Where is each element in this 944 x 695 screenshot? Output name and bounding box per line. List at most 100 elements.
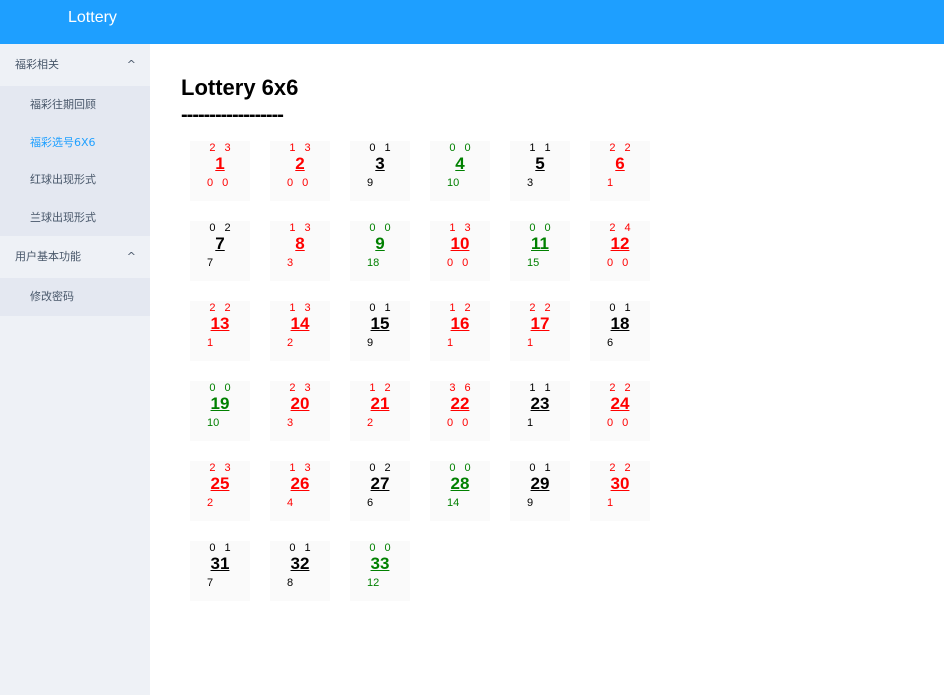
number-cell: 0 0 4 10 [430, 141, 490, 201]
cell-bottom-stats: 0 0 [447, 417, 469, 429]
cell-bottom-stats: 2 [207, 497, 214, 509]
number-cell: 1 2 16 1 [430, 301, 490, 361]
number-link[interactable]: 6 [590, 153, 650, 175]
number-cell: 2 261 [590, 141, 650, 201]
number-link[interactable]: 16 [430, 313, 490, 335]
number-cell: 2 2 30 1 [590, 461, 650, 521]
number-cell: 0 2 27 6 [350, 461, 410, 521]
cell-bottom-stats: 10 [447, 177, 460, 189]
number-cell: 2 310 0 [190, 141, 250, 201]
number-link[interactable]: 3 [350, 153, 410, 175]
number-link[interactable]: 28 [430, 473, 490, 495]
number-cell: 2 2 13 1 [190, 301, 250, 361]
number-cell: 0 1 18 6 [590, 301, 650, 361]
number-link[interactable]: 24 [590, 393, 650, 415]
number-cell: 1 3 26 4 [270, 461, 330, 521]
cell-bottom-stats: 6 [367, 497, 374, 509]
cell-bottom-stats: 3 [527, 177, 534, 189]
number-cell: 2 3 25 2 [190, 461, 250, 521]
number-link[interactable]: 18 [590, 313, 650, 335]
number-cell: 2 4 12 0 0 [590, 221, 650, 281]
menu-item-pick-6x6[interactable]: 福彩选号6X6 [0, 124, 150, 162]
menu-group-label: 福彩相关 [15, 58, 59, 71]
page-title: Lottery 6x6 [181, 75, 299, 100]
menu-item-blue-ball-pattern[interactable]: 兰球出现形式 [0, 199, 150, 237]
number-link[interactable]: 1 [190, 153, 250, 175]
number-link[interactable]: 23 [510, 393, 570, 415]
cell-bottom-stats: 1 [527, 417, 534, 429]
number-cell: 0 277 [190, 221, 250, 281]
number-link[interactable]: 32 [270, 553, 330, 575]
number-link[interactable]: 30 [590, 473, 650, 495]
number-link[interactable]: 22 [430, 393, 490, 415]
cell-bottom-stats: 2 [367, 417, 374, 429]
number-cell: 1 383 [270, 221, 330, 281]
main-content: Lottery 6x6 ------------------ 2 310 01 … [150, 44, 944, 695]
cell-bottom-stats: 0 0 [287, 177, 309, 189]
number-link[interactable]: 31 [190, 553, 250, 575]
submenu-lottery: 福彩往期回顾 福彩选号6X6 红球出现形式 兰球出现形式 [0, 86, 150, 236]
number-link[interactable]: 21 [350, 393, 410, 415]
number-link[interactable]: 17 [510, 313, 570, 335]
menu-item-red-ball-pattern[interactable]: 红球出现形式 [0, 161, 150, 199]
number-link[interactable]: 14 [270, 313, 330, 335]
number-link[interactable]: 11 [510, 233, 570, 255]
number-link[interactable]: 25 [190, 473, 250, 495]
cell-bottom-stats: 3 [287, 417, 294, 429]
number-link[interactable]: 29 [510, 473, 570, 495]
cell-bottom-stats: 1 [607, 497, 614, 509]
number-grid: 2 310 01 320 00 1390 0 4 10 1 1532 2610 277… [190, 141, 650, 601]
number-link[interactable]: 33 [350, 553, 410, 575]
cell-bottom-stats: 0 0 [447, 257, 469, 269]
cell-bottom-stats: 0 0 [607, 417, 629, 429]
menu-group-label: 用户基本功能 [15, 250, 81, 263]
number-link[interactable]: 10 [430, 233, 490, 255]
cell-bottom-stats: 2 [287, 337, 294, 349]
number-link[interactable]: 5 [510, 153, 570, 175]
chevron-up-icon: ^ [126, 58, 136, 71]
cell-bottom-stats: 7 [207, 577, 214, 589]
number-link[interactable]: 2 [270, 153, 330, 175]
number-link[interactable]: 20 [270, 393, 330, 415]
cell-bottom-stats: 1 [207, 337, 214, 349]
number-cell: 0 0 19 10 [190, 381, 250, 441]
number-cell: 1 3 10 0 0 [430, 221, 490, 281]
number-link[interactable]: 26 [270, 473, 330, 495]
number-link[interactable]: 9 [350, 233, 410, 255]
number-cell: 1 153 [510, 141, 570, 201]
cell-bottom-stats: 1 [447, 337, 454, 349]
number-link[interactable]: 19 [190, 393, 250, 415]
cell-bottom-stats: 9 [527, 497, 534, 509]
number-link[interactable]: 8 [270, 233, 330, 255]
number-link[interactable]: 27 [350, 473, 410, 495]
sidebar: 福彩相关 ^ 福彩往期回顾 福彩选号6X6 红球出现形式 兰球出现形式 用户基本… [0, 44, 150, 695]
cell-bottom-stats: 3 [287, 257, 294, 269]
number-link[interactable]: 7 [190, 233, 250, 255]
number-cell: 0 1 31 7 [190, 541, 250, 601]
cell-bottom-stats: 0 0 [207, 177, 229, 189]
number-link[interactable]: 12 [590, 233, 650, 255]
number-link[interactable]: 13 [190, 313, 250, 335]
number-link[interactable]: 15 [350, 313, 410, 335]
number-cell: 2 3 20 3 [270, 381, 330, 441]
number-link[interactable]: 4 [430, 153, 490, 175]
menu-item-history[interactable]: 福彩往期回顾 [0, 86, 150, 124]
menu-group-lottery[interactable]: 福彩相关 ^ [0, 44, 150, 86]
chevron-up-icon: ^ [126, 250, 136, 263]
cell-bottom-stats: 6 [607, 337, 614, 349]
menu-item-change-password[interactable]: 修改密码 [0, 278, 150, 316]
number-cell: 1 1 23 1 [510, 381, 570, 441]
cell-bottom-stats: 10 [207, 417, 220, 429]
number-cell: 0 0 11 15 [510, 221, 570, 281]
number-cell: 0 1 32 8 [270, 541, 330, 601]
cell-bottom-stats: 18 [367, 257, 380, 269]
number-cell: 2 2 17 1 [510, 301, 570, 361]
cell-bottom-stats: 1 [527, 337, 534, 349]
number-cell: 0 0 9 18 [350, 221, 410, 281]
number-cell: 1 320 0 [270, 141, 330, 201]
cell-bottom-stats: 9 [367, 337, 374, 349]
number-cell: 3 6 22 0 0 [430, 381, 490, 441]
number-cell: 0 0 28 14 [430, 461, 490, 521]
cell-bottom-stats: 1 [607, 177, 614, 189]
menu-group-user[interactable]: 用户基本功能 ^ [0, 236, 150, 278]
